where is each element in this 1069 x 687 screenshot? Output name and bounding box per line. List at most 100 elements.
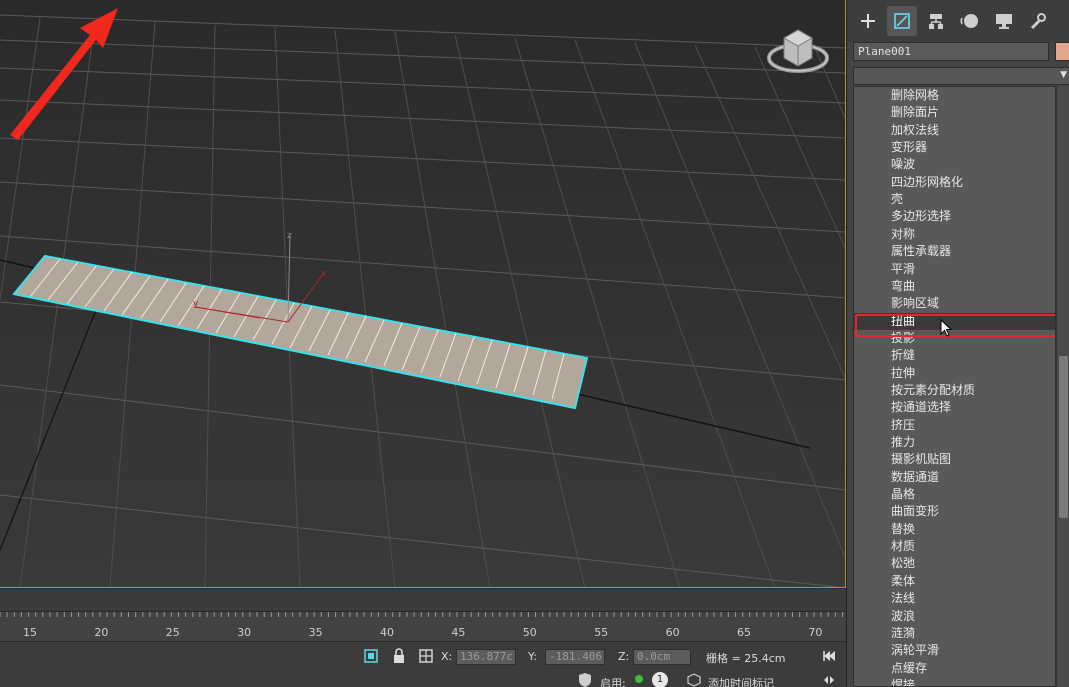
modifier-list-item[interactable]: 摄影机贴图 [854,451,1055,468]
timeline-tick-label: 20 [94,626,109,639]
modifier-list-item[interactable]: 松弛 [854,555,1055,572]
x-coord-field[interactable]: 136.877c [456,649,516,665]
modifier-list-item[interactable]: 多边形选择 [854,208,1055,225]
modify-tab[interactable] [887,6,917,36]
timeline-tick-label: 45 [451,626,466,639]
timeline[interactable]: 15 20 25 30 35 40 45 50 55 60 65 70 [0,589,846,641]
selection-lock-icon[interactable] [363,648,379,664]
modifier-list-item[interactable]: 推力 [854,434,1055,451]
y-coord-field[interactable]: -181.406 [545,649,605,665]
modifier-list-item[interactable]: 柔体 [854,573,1055,590]
object-color-swatch[interactable] [1055,42,1069,61]
shield-icon[interactable] [577,672,593,687]
command-panel-tabs [847,0,1069,42]
status-bar: X: 136.877c Y: -181.406 Z: 0.0cm 栅格 = 25… [0,641,846,687]
timeline-tick-label: 60 [665,626,680,639]
modifier-list-item[interactable]: 法线 [854,590,1055,607]
utilities-icon [1030,13,1046,30]
modifier-list-item[interactable]: 波浪 [854,608,1055,625]
modifier-list-item[interactable]: 晶格 [854,486,1055,503]
timeline-tick-label: 55 [594,626,609,639]
modifier-list-item[interactable]: 挤压 [854,417,1055,434]
modifier-list-scrollbar[interactable] [1056,86,1069,687]
modifier-list-item[interactable]: 曲面变形 [854,503,1055,520]
scrollbar-thumb[interactable] [1059,356,1068,518]
key-mode-icon[interactable] [821,672,837,687]
modifier-list-item[interactable]: 影响区域 [854,295,1055,312]
annotation-arrow [10,8,118,140]
timeline-tick-label: 30 [237,626,252,639]
modifier-list-item[interactable]: 加权法线 [854,122,1055,139]
modifier-list-item[interactable]: 涟漪 [854,625,1055,642]
utilities-tab[interactable] [1023,6,1053,36]
add-time-tag-label[interactable]: 添加时间标记 [708,675,774,687]
object-name-field[interactable]: Plane001 [853,42,1049,61]
modifier-list-item[interactable]: 属性承载器 [854,243,1055,260]
badge-number[interactable]: 1 [652,672,668,687]
motion-icon [960,14,978,28]
gizmo-z-label: z [287,231,292,241]
timeline-tick-label: 40 [380,626,394,639]
motion-tab[interactable] [955,6,985,36]
modifier-list-item[interactable]: 删除网格 [854,87,1055,104]
3dsmax-window: z x y Plane001 ▼ 删除网格 删除面片 加权法线 变形器 噪波 四… [0,0,1069,687]
time-ruler[interactable]: 15 20 25 30 35 40 45 50 55 60 65 70 [0,611,846,641]
viewport-scene: z x y [0,14,845,587]
hierarchy-tab[interactable] [921,6,951,36]
modifier-list-item[interactable]: 折缝 [854,347,1055,364]
time-tag-icon [687,673,701,687]
modifier-list[interactable]: 删除网格 删除面片 加权法线 变形器 噪波 四边形网格化壳多边形选择 对称 属性承载器 平滑 弯曲… [853,86,1056,687]
timeline-tick-label: 65 [737,626,751,639]
modifier-list-item[interactable]: 拉伸 [854,365,1055,382]
timeline-tick-label: 70 [808,626,823,639]
perspective-viewport[interactable]: z x y [0,0,846,588]
modifier-list-dropdown[interactable]: ▼ [853,67,1069,85]
modifier-list-item[interactable]: 涡轮平滑 [854,642,1055,659]
ruler-ticks [0,612,843,617]
modifier-list-item[interactable]: 弯曲 [854,278,1055,295]
x-coord-label: X: [441,650,453,663]
modifier-list-item[interactable]: 按元素分配材质 [854,382,1055,399]
modify-icon [894,13,910,29]
z-coord-label: Z: [618,650,630,663]
enable-label: 启用: [600,677,626,687]
go-to-start-icon[interactable] [821,648,837,664]
absolute-mode-icon[interactable] [418,648,434,664]
lock-icon[interactable] [391,648,407,664]
z-coord-field[interactable]: 0.0cm [633,649,691,665]
modifier-list-item[interactable]: 数据通道 [854,469,1055,486]
plane001-mesh[interactable] [12,254,589,410]
timeline-tick-label: 50 [522,626,537,639]
modifier-list-item[interactable]: 按通道选择 [854,399,1055,416]
viewcube[interactable] [767,29,829,73]
gizmo-y-label: y [193,299,199,309]
plus-icon [861,14,875,28]
modifier-list-item[interactable]: 平滑 [854,261,1055,278]
modifier-list-item[interactable]: 扭曲 [854,312,1055,330]
hierarchy-icon [929,14,943,29]
modifier-list-item[interactable]: 材质 [854,538,1055,555]
chevron-down-icon: ▼ [1060,70,1067,80]
display-icon [996,14,1012,29]
world-axis-line-2 [0,299,101,551]
timeline-tick-label: 15 [23,626,37,639]
modifier-list-item[interactable]: 噪波 [854,156,1055,173]
timeline-tick-label: 35 [308,626,323,639]
modifier-list-item[interactable]: 变形器 [854,139,1055,156]
create-tab[interactable] [853,6,883,36]
display-tab[interactable] [989,6,1019,36]
command-panel: Plane001 ▼ 删除网格 删除面片 加权法线 变形器 噪波 四边形网格化壳多边形选择… [846,0,1069,687]
status-dot-icon [635,675,643,683]
gizmo-x-label: x [321,269,327,279]
modifier-list-item[interactable]: 点缓存 [854,660,1055,677]
mouse-cursor-icon [940,319,953,337]
modifier-list-item[interactable]: 删除面片 [854,104,1055,121]
timeline-tick-label: 25 [165,626,180,639]
modifier-list-item[interactable]: 投影 [854,330,1055,347]
modifier-list-item[interactable]: 替换 [854,521,1055,538]
grid-size-label: 栅格 = 25.4cm [706,652,786,665]
modifier-list-item[interactable]: 壳 [854,191,1055,208]
modifier-list-item[interactable]: 焊接 [854,677,1055,686]
modifier-list-item[interactable]: 对称 [854,226,1055,243]
modifier-list-item[interactable]: 四边形网格化 [854,174,1055,191]
